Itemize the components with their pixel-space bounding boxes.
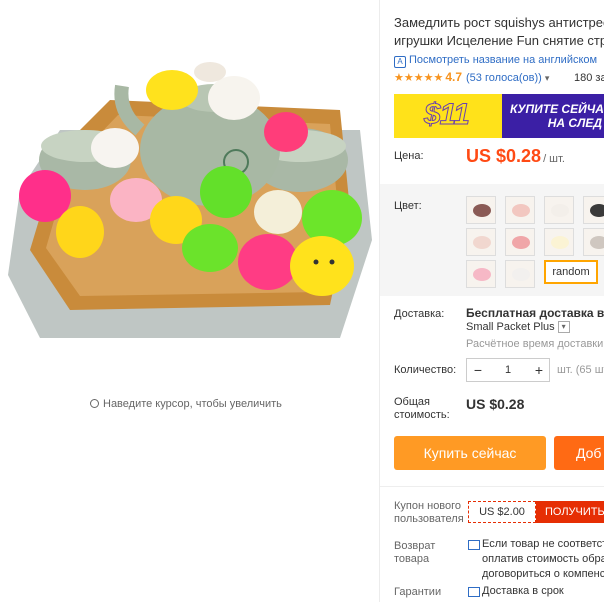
guarantee-text: Доставка в срок <box>482 585 564 597</box>
swatch-image <box>551 204 569 217</box>
section-divider <box>380 486 604 487</box>
return-label: Возврат товара <box>394 540 454 566</box>
price-label: Цена: <box>394 150 424 162</box>
shipping-label: Доставка: <box>394 308 445 320</box>
title-line-2: игрушки Исцеление Fun снятие стр <box>394 33 604 48</box>
rating-count-link[interactable]: (53 голоса(ов)) <box>466 72 542 84</box>
quantity-increase-button[interactable]: + <box>529 359 549 381</box>
guarantee-label: Гарантии <box>394 586 442 598</box>
quantity-input[interactable]: 1 <box>489 359 527 381</box>
color-swatch[interactable] <box>544 228 574 256</box>
color-swatch[interactable] <box>544 196 574 224</box>
search-icon <box>90 399 99 408</box>
shipping-method-select[interactable]: Small Packet Plus ▾ <box>466 321 570 334</box>
return-icon <box>468 540 480 550</box>
promo-price: $11 <box>424 98 471 132</box>
color-swatch[interactable] <box>466 196 496 224</box>
promo-text: КУПИТЕ СЕЙЧА НА СЛЕД <box>510 102 604 130</box>
shipping-time: Расчётное время доставки: <box>466 338 604 350</box>
color-swatch[interactable] <box>505 260 535 288</box>
swatch-image <box>512 204 530 217</box>
total-value: US $0.28 <box>466 396 525 412</box>
swatch-image <box>590 204 604 217</box>
translate-icon: A <box>394 56 406 68</box>
title-line-1: Замедлить рост squishys антистрес <box>394 15 604 30</box>
quantity-decrease-button[interactable]: − <box>467 359 489 381</box>
coupon-value: US $2.00 <box>468 501 536 523</box>
promo-text-line-2: НА СЛЕД <box>547 116 602 130</box>
color-label: Цвет: <box>394 200 422 212</box>
translate-link-text: Посмотреть название на английском <box>409 54 598 66</box>
return-label-line-1: Возврат <box>394 540 436 552</box>
total-label-line-2: стоимость: <box>394 409 450 421</box>
color-swatch[interactable] <box>583 228 604 256</box>
promo-text-line-1: КУПИТЕ СЕЙЧА <box>510 102 604 116</box>
price-value: US $0.28 <box>466 146 542 166</box>
coupon-label-line-2: пользователя <box>394 513 464 525</box>
zoom-hint: Наведите курсор, чтобы увеличить <box>90 398 282 410</box>
price: US $0.28/ шт. <box>466 146 565 167</box>
total-label-line-1: Общая <box>394 396 430 408</box>
coupon-label: Купон нового пользователя <box>394 500 464 526</box>
return-text-line-1: Если товар не соответствует <box>482 538 604 550</box>
delivery-icon <box>468 587 480 597</box>
swatch-image <box>473 236 491 249</box>
get-coupon-button[interactable]: ПОЛУЧИТЬ <box>536 501 604 523</box>
swatch-image <box>473 268 491 281</box>
column-divider <box>379 0 380 602</box>
add-to-cart-button[interactable]: Доб <box>554 436 604 470</box>
shipping-title: Бесплатная доставка в Rus <box>466 306 604 320</box>
swatch-image <box>512 236 530 249</box>
rating-stars-icon: ★★★★★ <box>394 72 444 84</box>
quantity-available: шт. (65 шт <box>557 364 604 376</box>
color-swatch[interactable] <box>505 196 535 224</box>
shipping-method: Small Packet Plus <box>466 321 555 333</box>
rating: ★★★★★ 4.7 (53 голоса(ов)) ▾ <box>394 70 549 84</box>
promo-banner[interactable]: $11 КУПИТЕ СЕЙЧА НА СЛЕД <box>394 94 604 138</box>
swatch-image <box>590 236 604 249</box>
chevron-down-icon: ▾ <box>544 73 550 83</box>
swatch-image <box>551 236 569 249</box>
color-swatch[interactable] <box>466 228 496 256</box>
color-swatch[interactable] <box>466 260 496 288</box>
product-image[interactable] <box>0 0 380 380</box>
orders-count: 180 за <box>574 72 604 84</box>
quantity-label: Количество: <box>394 364 457 376</box>
quantity-stepper: − 1 + <box>466 358 550 382</box>
swatch-image <box>512 268 530 281</box>
chevron-down-icon: ▾ <box>557 321 570 334</box>
total-label: Общая стоимость: <box>394 396 450 422</box>
product-gallery: Наведите курсор, чтобы увеличить <box>0 0 380 602</box>
color-swatch[interactable] <box>505 228 535 256</box>
buy-now-button[interactable]: Купить сейчас <box>394 436 546 470</box>
color-swatch[interactable] <box>583 196 604 224</box>
product-title: Замедлить рост squishys антистрес игрушк… <box>394 14 604 50</box>
coupon-label-line-1: Купон нового <box>394 500 462 512</box>
rating-value: 4.7 <box>445 70 462 84</box>
color-option-random[interactable]: random <box>544 260 598 284</box>
price-unit: / шт. <box>543 153 565 165</box>
swatch-image <box>473 204 491 217</box>
return-text-line-3: договориться о компенса <box>482 568 604 580</box>
return-text: Если товар не соответствует оплатив стои… <box>482 537 604 582</box>
return-text-line-2: оплатив стоимость обрат <box>482 553 604 565</box>
return-label-line-2: товара <box>394 553 430 565</box>
zoom-hint-text: Наведите курсор, чтобы увеличить <box>103 398 282 410</box>
translate-link[interactable]: A Посмотреть название на английском <box>394 54 597 68</box>
